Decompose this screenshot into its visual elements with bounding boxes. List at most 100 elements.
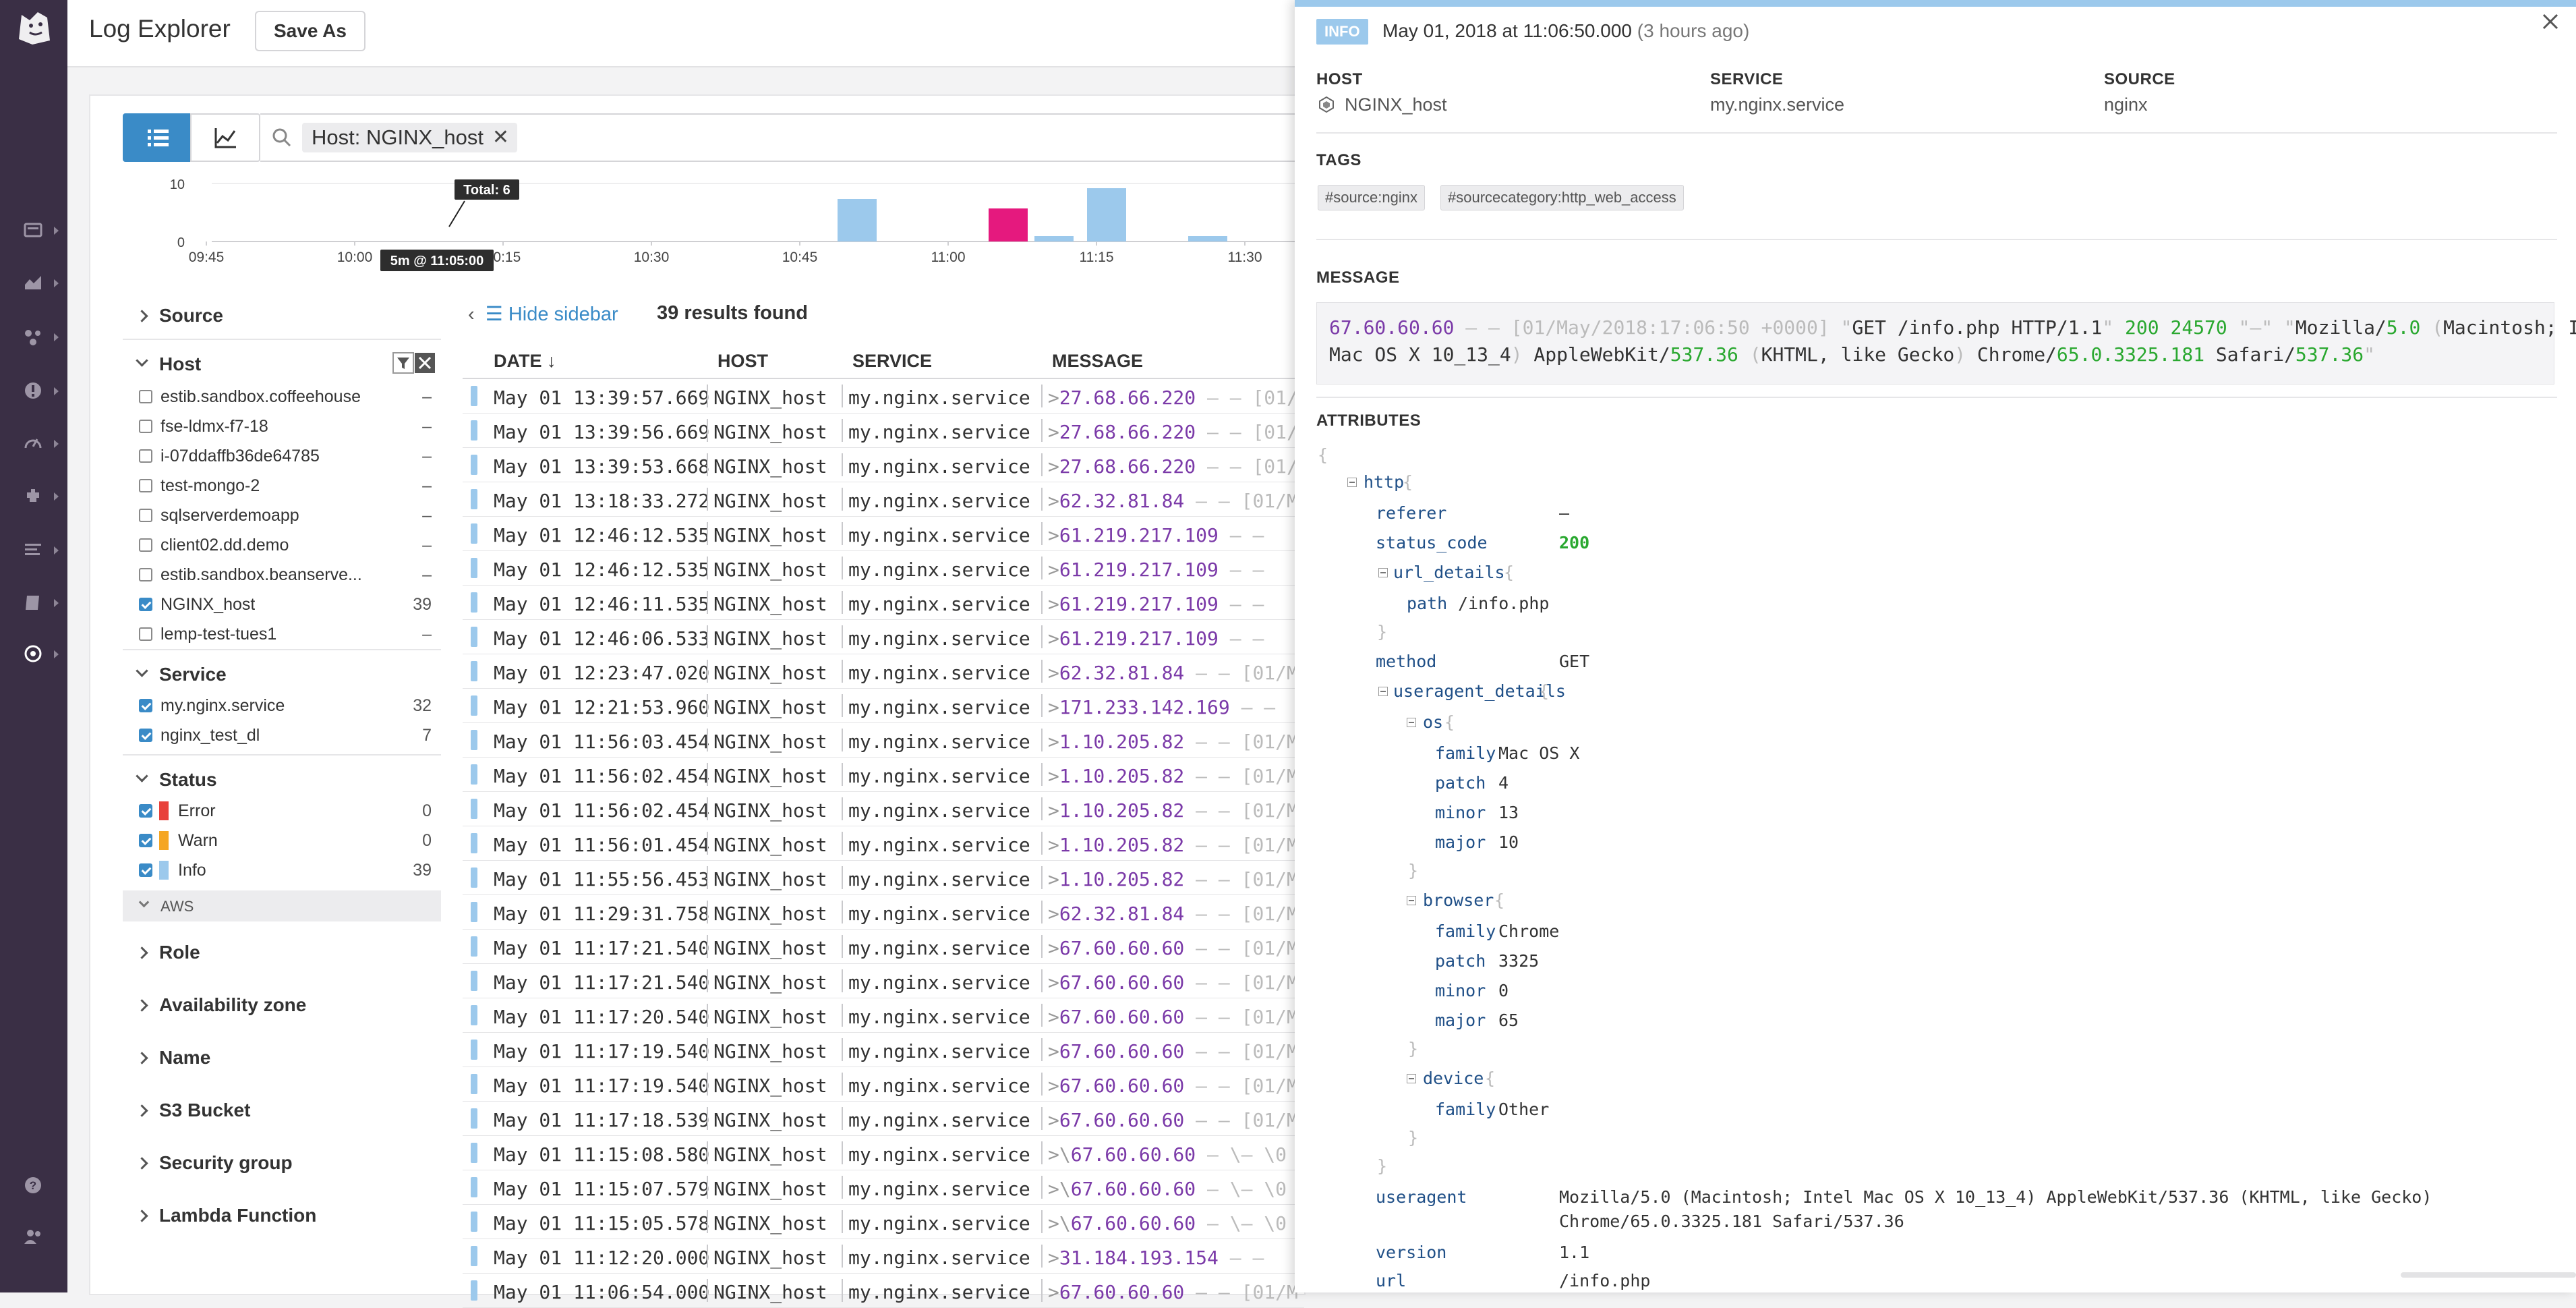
metrics-icon[interactable] [23,273,59,293]
facet-option[interactable]: NGINX_host 39 [123,590,441,619]
table-row[interactable]: May 01 11:17:19.540 NGINX_host my.nginx.se… [463,1033,1304,1067]
datadog-logo-icon[interactable] [12,5,55,49]
service-value[interactable]: my.nginx.service [1710,94,1844,115]
facet-option[interactable]: lemp-test-tues1 – [123,619,441,649]
checkbox[interactable] [139,627,152,641]
hide-sidebar-button[interactable]: ‹ ☰ Hide sidebar [468,302,618,326]
apm-icon[interactable] [23,433,59,453]
save-as-button[interactable]: Save As [255,11,365,51]
table-row[interactable]: May 01 11:15:08.580 NGINX_host my.nginx.se… [463,1136,1304,1170]
attr-device[interactable]: device [1423,1069,1484,1088]
attr-browser-major[interactable]: major [1435,1011,1486,1030]
facet-option[interactable]: i-07ddaffb36de64785 – [123,441,441,471]
attr-os-family[interactable]: family [1435,743,1496,763]
histogram-bar[interactable] [1034,236,1074,241]
monitors-icon[interactable] [23,380,59,401]
search-bar[interactable]: Host: NGINX_host ✕ [260,113,1306,162]
table-row[interactable]: May 01 11:29:31.758 NGINX_host my.nginx.se… [463,895,1304,930]
attr-os-minor[interactable]: minor [1435,803,1486,822]
facet-collapsed[interactable]: Availability zone [123,981,441,1033]
facet-option[interactable]: Warn 0 [123,826,441,855]
facet-status[interactable]: Status [123,754,441,796]
table-row[interactable]: May 01 11:12:20.000 NGINX_host my.nginx.se… [463,1239,1304,1274]
host-value[interactable]: NGINX_host [1345,94,1447,115]
histogram-bar[interactable] [1188,236,1227,241]
attr-http[interactable]: http [1364,472,1404,492]
attr-status-code[interactable]: status_code [1376,533,1488,552]
table-row[interactable]: May 01 13:39:53.668 NGINX_host my.nginx.se… [463,448,1304,482]
facet-option[interactable]: fse-ldmx-f7-18 – [123,411,441,441]
checkbox[interactable] [139,449,152,463]
attr-browser-patch[interactable]: patch [1435,951,1486,971]
table-row[interactable]: May 01 11:56:02.454 NGINX_host my.nginx.se… [463,758,1304,792]
histogram-bar[interactable] [1087,188,1126,241]
facet-option[interactable]: test-mongo-2 – [123,471,441,501]
attr-path[interactable]: path [1407,594,1447,613]
facet-option[interactable]: nginx_test_dl 7 [123,720,441,750]
table-row[interactable]: May 01 13:39:56.669 NGINX_host my.nginx.se… [463,414,1304,448]
col-date[interactable]: DATE ↓ [494,351,556,372]
collapse-toggle-icon[interactable] [1407,896,1416,905]
facet-filter-actions[interactable] [392,352,436,375]
table-row[interactable]: May 01 11:56:02.454 NGINX_host my.nginx.se… [463,792,1304,826]
table-row[interactable]: May 01 13:18:33.272 NGINX_host my.nginx.se… [463,482,1304,517]
checkbox[interactable] [139,420,152,433]
table-row[interactable]: May 01 12:46:11.535 NGINX_host my.nginx.se… [463,586,1304,620]
list-view-button[interactable] [123,113,193,162]
col-message[interactable]: MESSAGE [1052,351,1143,372]
table-row[interactable]: May 01 12:23:47.020 NGINX_host my.nginx.se… [463,654,1304,689]
facet-group-aws[interactable]: AWS [123,890,441,921]
close-icon[interactable] [2540,11,2561,32]
tag-sourcecategory[interactable]: #sourcecategory:http_web_access [1440,185,1684,210]
infrastructure-icon[interactable] [23,486,59,506]
attr-browser[interactable]: browser [1423,890,1494,910]
attr-os-major[interactable]: major [1435,832,1486,852]
attr-browser-minor[interactable]: minor [1435,981,1486,1000]
facet-collapsed[interactable]: Name [123,1033,441,1086]
table-row[interactable]: May 01 13:39:57.669 NGINX_host my.nginx.se… [463,379,1304,414]
facet-option[interactable]: estib.sandbox.coffeehouse – [123,382,441,411]
attr-method[interactable]: method [1376,652,1436,671]
facet-option[interactable]: estib.sandbox.beanserve... – [123,560,441,590]
facet-collapsed[interactable]: Security group [123,1139,441,1191]
attr-os[interactable]: os [1423,712,1443,732]
notebooks-icon[interactable] [23,592,59,613]
facet-option[interactable]: Info 39 [123,855,441,885]
attr-url-details[interactable]: url_details [1393,563,1505,582]
facet-collapsed[interactable]: Lambda Function [123,1191,441,1244]
tag-source[interactable]: #source:nginx [1318,185,1425,210]
histogram-bar[interactable] [989,208,1028,241]
table-row[interactable]: May 01 11:55:56.453 NGINX_host my.nginx.se… [463,861,1304,895]
table-row[interactable]: May 01 11:56:01.454 NGINX_host my.nginx.se… [463,826,1304,861]
checkbox[interactable] [139,390,152,403]
facet-option[interactable]: sqlserverdemoapp – [123,501,441,530]
facet-service[interactable]: Service [123,649,441,691]
table-row[interactable]: May 01 11:17:19.540 NGINX_host my.nginx.se… [463,1067,1304,1102]
log-histogram[interactable]: 100 09:45 10:00 10:15 10:30 10:45 11:00 11:15 1… [158,174,1304,275]
collapse-toggle-icon[interactable] [1378,568,1388,577]
table-row[interactable]: May 01 11:56:03.454 NGINX_host my.nginx.se… [463,723,1304,758]
horizontal-scrollbar[interactable] [2401,1268,2576,1282]
integrations-icon[interactable] [23,326,59,347]
facet-source[interactable]: Source [123,291,441,340]
checkbox[interactable] [139,568,152,581]
remove-filter-icon[interactable]: ✕ [492,123,509,152]
table-row[interactable]: May 01 12:46:12.535 NGINX_host my.nginx.se… [463,551,1304,586]
checkbox[interactable] [139,538,152,552]
collapse-toggle-icon[interactable] [1407,718,1416,727]
watchdog-icon[interactable] [23,644,59,664]
table-row[interactable]: May 01 12:46:06.533 NGINX_host my.nginx.se… [463,620,1304,654]
attr-os-patch[interactable]: patch [1435,773,1486,793]
source-value[interactable]: nginx [2104,94,2148,115]
collapse-toggle-icon[interactable] [1407,1074,1416,1083]
checkbox[interactable] [139,509,152,522]
help-icon[interactable]: ? [23,1175,43,1195]
facet-option[interactable]: client02.dd.demo – [123,530,441,560]
team-icon[interactable] [23,1226,43,1247]
attr-useragent[interactable]: useragent [1376,1187,1467,1207]
checkbox[interactable] [139,863,152,877]
facet-collapsed[interactable]: Role [123,928,441,981]
collapse-toggle-icon[interactable] [1378,687,1388,696]
table-row[interactable]: May 01 11:15:07.579 NGINX_host my.nginx.se… [463,1170,1304,1205]
timeseries-view-button[interactable] [190,113,260,162]
